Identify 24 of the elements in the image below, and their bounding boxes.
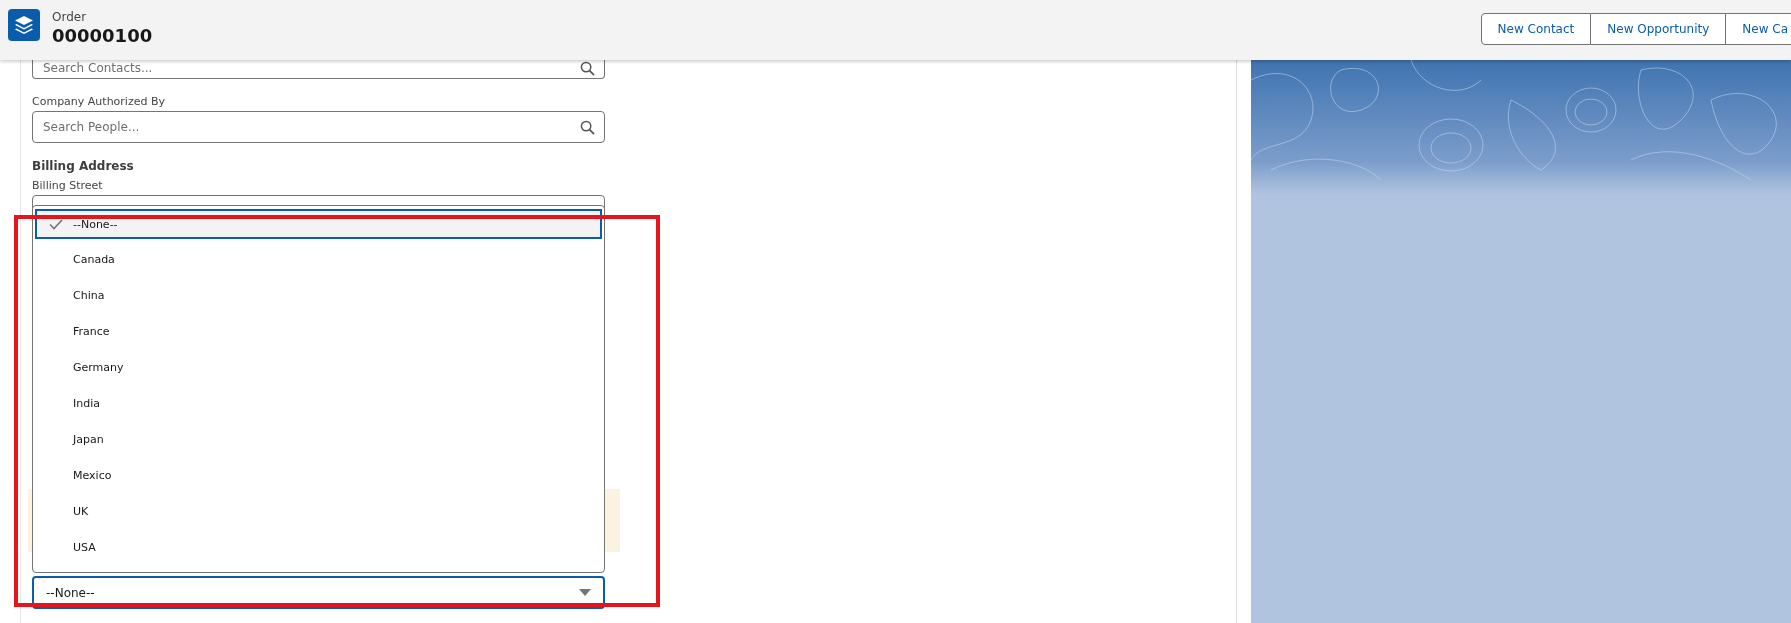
section-heading: Billing Address xyxy=(32,159,134,173)
action-button[interactable]: New Ca xyxy=(1726,13,1791,45)
dropdown-option[interactable]: USA xyxy=(35,532,602,562)
dropdown-option[interactable]: France xyxy=(35,316,602,347)
field-label: Billing Street xyxy=(32,179,103,192)
dropdown-option[interactable]: UK xyxy=(35,496,602,527)
contacts-search-field[interactable]: Search Contacts... xyxy=(32,60,605,79)
search-icon xyxy=(580,61,595,76)
action-button[interactable]: New Contact xyxy=(1480,13,1592,45)
dropdown-option[interactable]: Japan xyxy=(35,424,602,455)
field-label: Company Authorized By xyxy=(32,95,165,108)
people-search-field[interactable]: Search People... xyxy=(32,111,605,143)
dropdown-option[interactable]: Mexico xyxy=(35,460,602,491)
record-title: 00000100 xyxy=(52,25,153,47)
check-icon xyxy=(49,219,63,230)
object-type-label: Order xyxy=(52,10,88,25)
dropdown-option[interactable]: India xyxy=(35,388,602,419)
search-icon xyxy=(580,120,595,135)
dropdown-option[interactable]: China xyxy=(35,280,602,311)
stacked-layers-icon xyxy=(8,8,40,42)
dropdown-option[interactable]: Canada xyxy=(35,244,602,275)
caret-icon xyxy=(579,588,591,597)
action-button[interactable]: New Opportunity xyxy=(1591,13,1727,45)
dropdown-option[interactable]: Germany xyxy=(35,352,602,383)
